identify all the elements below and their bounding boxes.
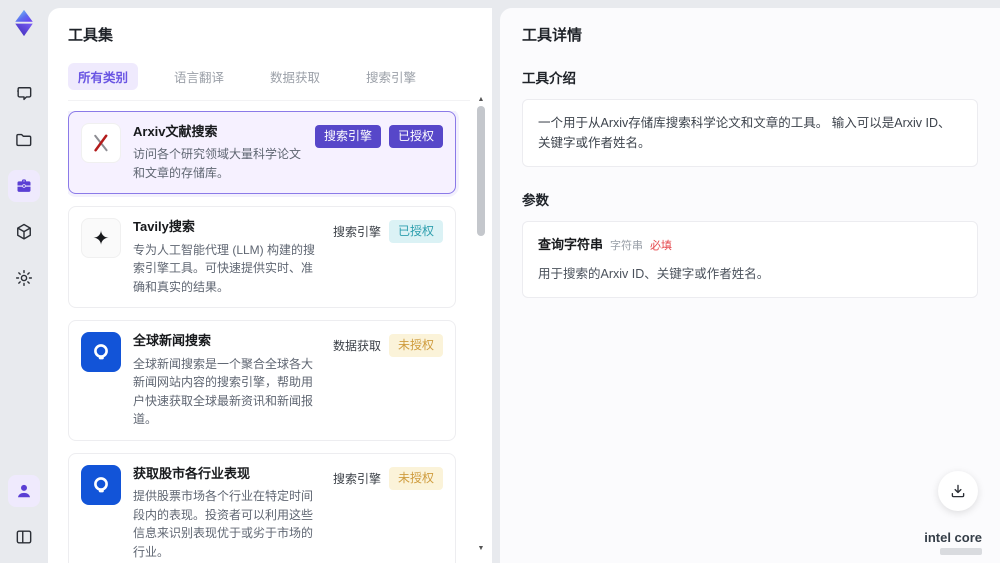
tab-data-fetch[interactable]: 数据获取 (260, 63, 330, 90)
sidebar-item-toolbox[interactable] (8, 170, 40, 202)
panel-toggle-icon (16, 530, 32, 544)
app-rail (0, 0, 48, 563)
toolbox-icon (17, 179, 31, 192)
tool-list: Arxiv文献搜索 访问各个研究领域大量科学论文和文章的存储库。 搜索引擎 已授… (68, 111, 470, 563)
list-scrollbar[interactable]: ▲ ▼ (476, 96, 486, 553)
sidebar-item-files[interactable] (8, 124, 40, 156)
param-desc: 用于搜索的Arxiv ID、关键字或作者姓名。 (538, 266, 770, 281)
scroll-down-icon[interactable]: ▼ (476, 545, 486, 553)
folder-icon (16, 133, 32, 147)
download-button[interactable] (938, 471, 978, 511)
category-label: 数据获取 (332, 339, 381, 354)
main-area: 工具集 所有类别 语言翻译 数据获取 搜索引擎 Arxiv文献搜索 访问各个研究… (48, 0, 1000, 563)
tab-search-engine[interactable]: 搜索引擎 (356, 63, 426, 90)
arxiv-logo-icon (81, 123, 121, 163)
status-badge: 未授权 (388, 466, 443, 490)
download-icon (951, 484, 965, 498)
sidebar-item-user[interactable] (8, 475, 40, 507)
tab-language-translation[interactable]: 语言翻译 (164, 63, 234, 90)
app-logo-icon (9, 8, 39, 38)
category-label: 搜索引擎 (332, 225, 381, 240)
sidebar-item-chat[interactable] (8, 78, 40, 110)
brand-text: intel core (924, 530, 982, 545)
intro-heading: 工具介绍 (522, 71, 576, 86)
scroll-up-icon[interactable]: ▲ (476, 96, 486, 104)
tool-list-panel: 工具集 所有类别 语言翻译 数据获取 搜索引擎 Arxiv文献搜索 访问各个研究… (48, 8, 492, 563)
tool-name: 全球新闻搜索 (133, 333, 212, 349)
category-tabs: 所有类别 语言翻译 数据获取 搜索引擎 (68, 63, 470, 101)
tool-name: Arxiv文献搜索 (133, 124, 218, 139)
tool-name: Tavily搜索 (133, 219, 195, 235)
status-badge: 已授权 (388, 220, 443, 244)
tool-card-stock-sectors[interactable]: 获取股市各行业表现 提供股票市场各个行业在特定时间段内的表现。投资者可以利用这些… (68, 452, 456, 563)
category-label: 搜索引擎 (332, 471, 381, 486)
brand-chip (940, 548, 982, 555)
tool-card-global-news[interactable]: 全球新闻搜索 全球新闻搜索是一个聚合全球各大新闻网站内容的搜索引擎，帮助用户快速… (68, 320, 456, 441)
gear-icon (15, 269, 33, 287)
page-title: 工具集 (68, 27, 114, 44)
param-type: 字符串 (610, 240, 644, 252)
tool-desc: 提供股票市场各个行业在特定时间段内的表现。投资者可以利用这些信息来识别表现优于或… (133, 489, 314, 559)
category-badge: 搜索引擎 (314, 125, 381, 148)
tool-desc: 访问各个研究领域大量科学论文和文章的存储库。 (133, 147, 302, 180)
tool-name: 获取股市各行业表现 (133, 465, 251, 481)
news-app-icon (81, 464, 121, 505)
user-icon (18, 484, 30, 498)
star-icon: ✦ (81, 218, 121, 259)
sidebar-item-packages[interactable] (8, 216, 40, 248)
status-badge: 未授权 (388, 334, 443, 358)
param-card: 查询字符串 字符串 必填 用于搜索的Arxiv ID、关键字或作者姓名。 (522, 221, 978, 298)
params-heading: 参数 (522, 193, 549, 208)
sidebar-item-panel-toggle[interactable] (8, 521, 40, 553)
detail-title: 工具详情 (522, 27, 583, 44)
tool-card-tavily[interactable]: ✦ Tavily搜索 专为人工智能代理 (LLM) 构建的搜索引擎工具。可快速提… (68, 206, 456, 309)
chat-icon (17, 87, 32, 101)
param-required-badge: 必填 (650, 240, 673, 252)
scrollbar-thumb[interactable] (477, 106, 485, 236)
status-badge: 已授权 (388, 125, 443, 148)
sidebar-item-settings[interactable] (8, 262, 40, 294)
cube-icon (17, 223, 31, 240)
intro-card: 一个用于从Arxiv存储库搜索科学论文和文章的工具。 输入可以是Arxiv ID… (522, 99, 978, 167)
news-app-icon (81, 332, 121, 373)
tool-desc: 全球新闻搜索是一个聚合全球各大新闻网站内容的搜索引擎，帮助用户快速获取全球最新资… (133, 356, 314, 427)
tool-card-arxiv[interactable]: Arxiv文献搜索 访问各个研究领域大量科学论文和文章的存储库。 搜索引擎 已授… (68, 111, 456, 195)
param-name: 查询字符串 (538, 237, 604, 252)
tab-all-categories[interactable]: 所有类别 (68, 63, 139, 90)
intel-core-logo: intel core (924, 530, 982, 555)
tool-desc: 专为人工智能代理 (LLM) 构建的搜索引擎工具。可快速提供实时、准确和真实的结… (133, 242, 316, 294)
tool-detail-panel: 工具详情 工具介绍 一个用于从Arxiv存储库搜索科学论文和文章的工具。 输入可… (500, 8, 1000, 563)
